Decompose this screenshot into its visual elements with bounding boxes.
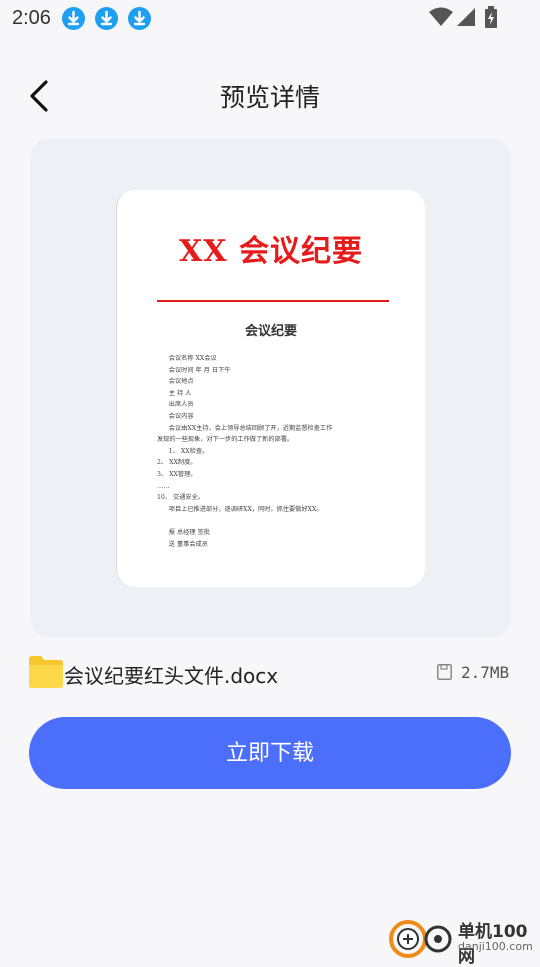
page-title: 预览详情 — [219, 83, 320, 112]
watermark-domain: danji100.com — [458, 940, 533, 953]
status-time: 2:06 — [12, 7, 51, 29]
download-icon — [95, 7, 118, 30]
document-red-rule — [157, 300, 389, 302]
save-icon — [437, 664, 452, 680]
document-preview[interactable]: XX 会议纪要 会议纪要 会议名称 XX会议 会议时间 年 月 日下午 会议地点… — [116, 190, 425, 587]
document-heading: XX 会议纪要 — [179, 234, 363, 269]
battery-icon — [485, 6, 497, 28]
signal-icon — [457, 8, 475, 26]
download-icon — [128, 7, 151, 30]
document-subtitle: 会议纪要 — [244, 324, 297, 339]
download-icon — [62, 7, 85, 30]
wifi-icon — [429, 7, 453, 26]
file-size: 2.7MB — [461, 663, 510, 682]
file-name: 会议纪要红头文件.docx — [64, 664, 279, 688]
folder-icon — [29, 656, 63, 688]
document-body: 会议名称 XX会议 会议时间 年 月 日下午 会议地点 主 持 人 出席人员 会… — [157, 355, 333, 548]
status-bar: 2:06 — [0, 0, 540, 36]
preview-card: XX 会议纪要 会议纪要 会议名称 XX会议 会议时间 年 月 日下午 会议地点… — [30, 138, 511, 638]
download-button[interactable]: 立即下载 — [29, 717, 511, 789]
